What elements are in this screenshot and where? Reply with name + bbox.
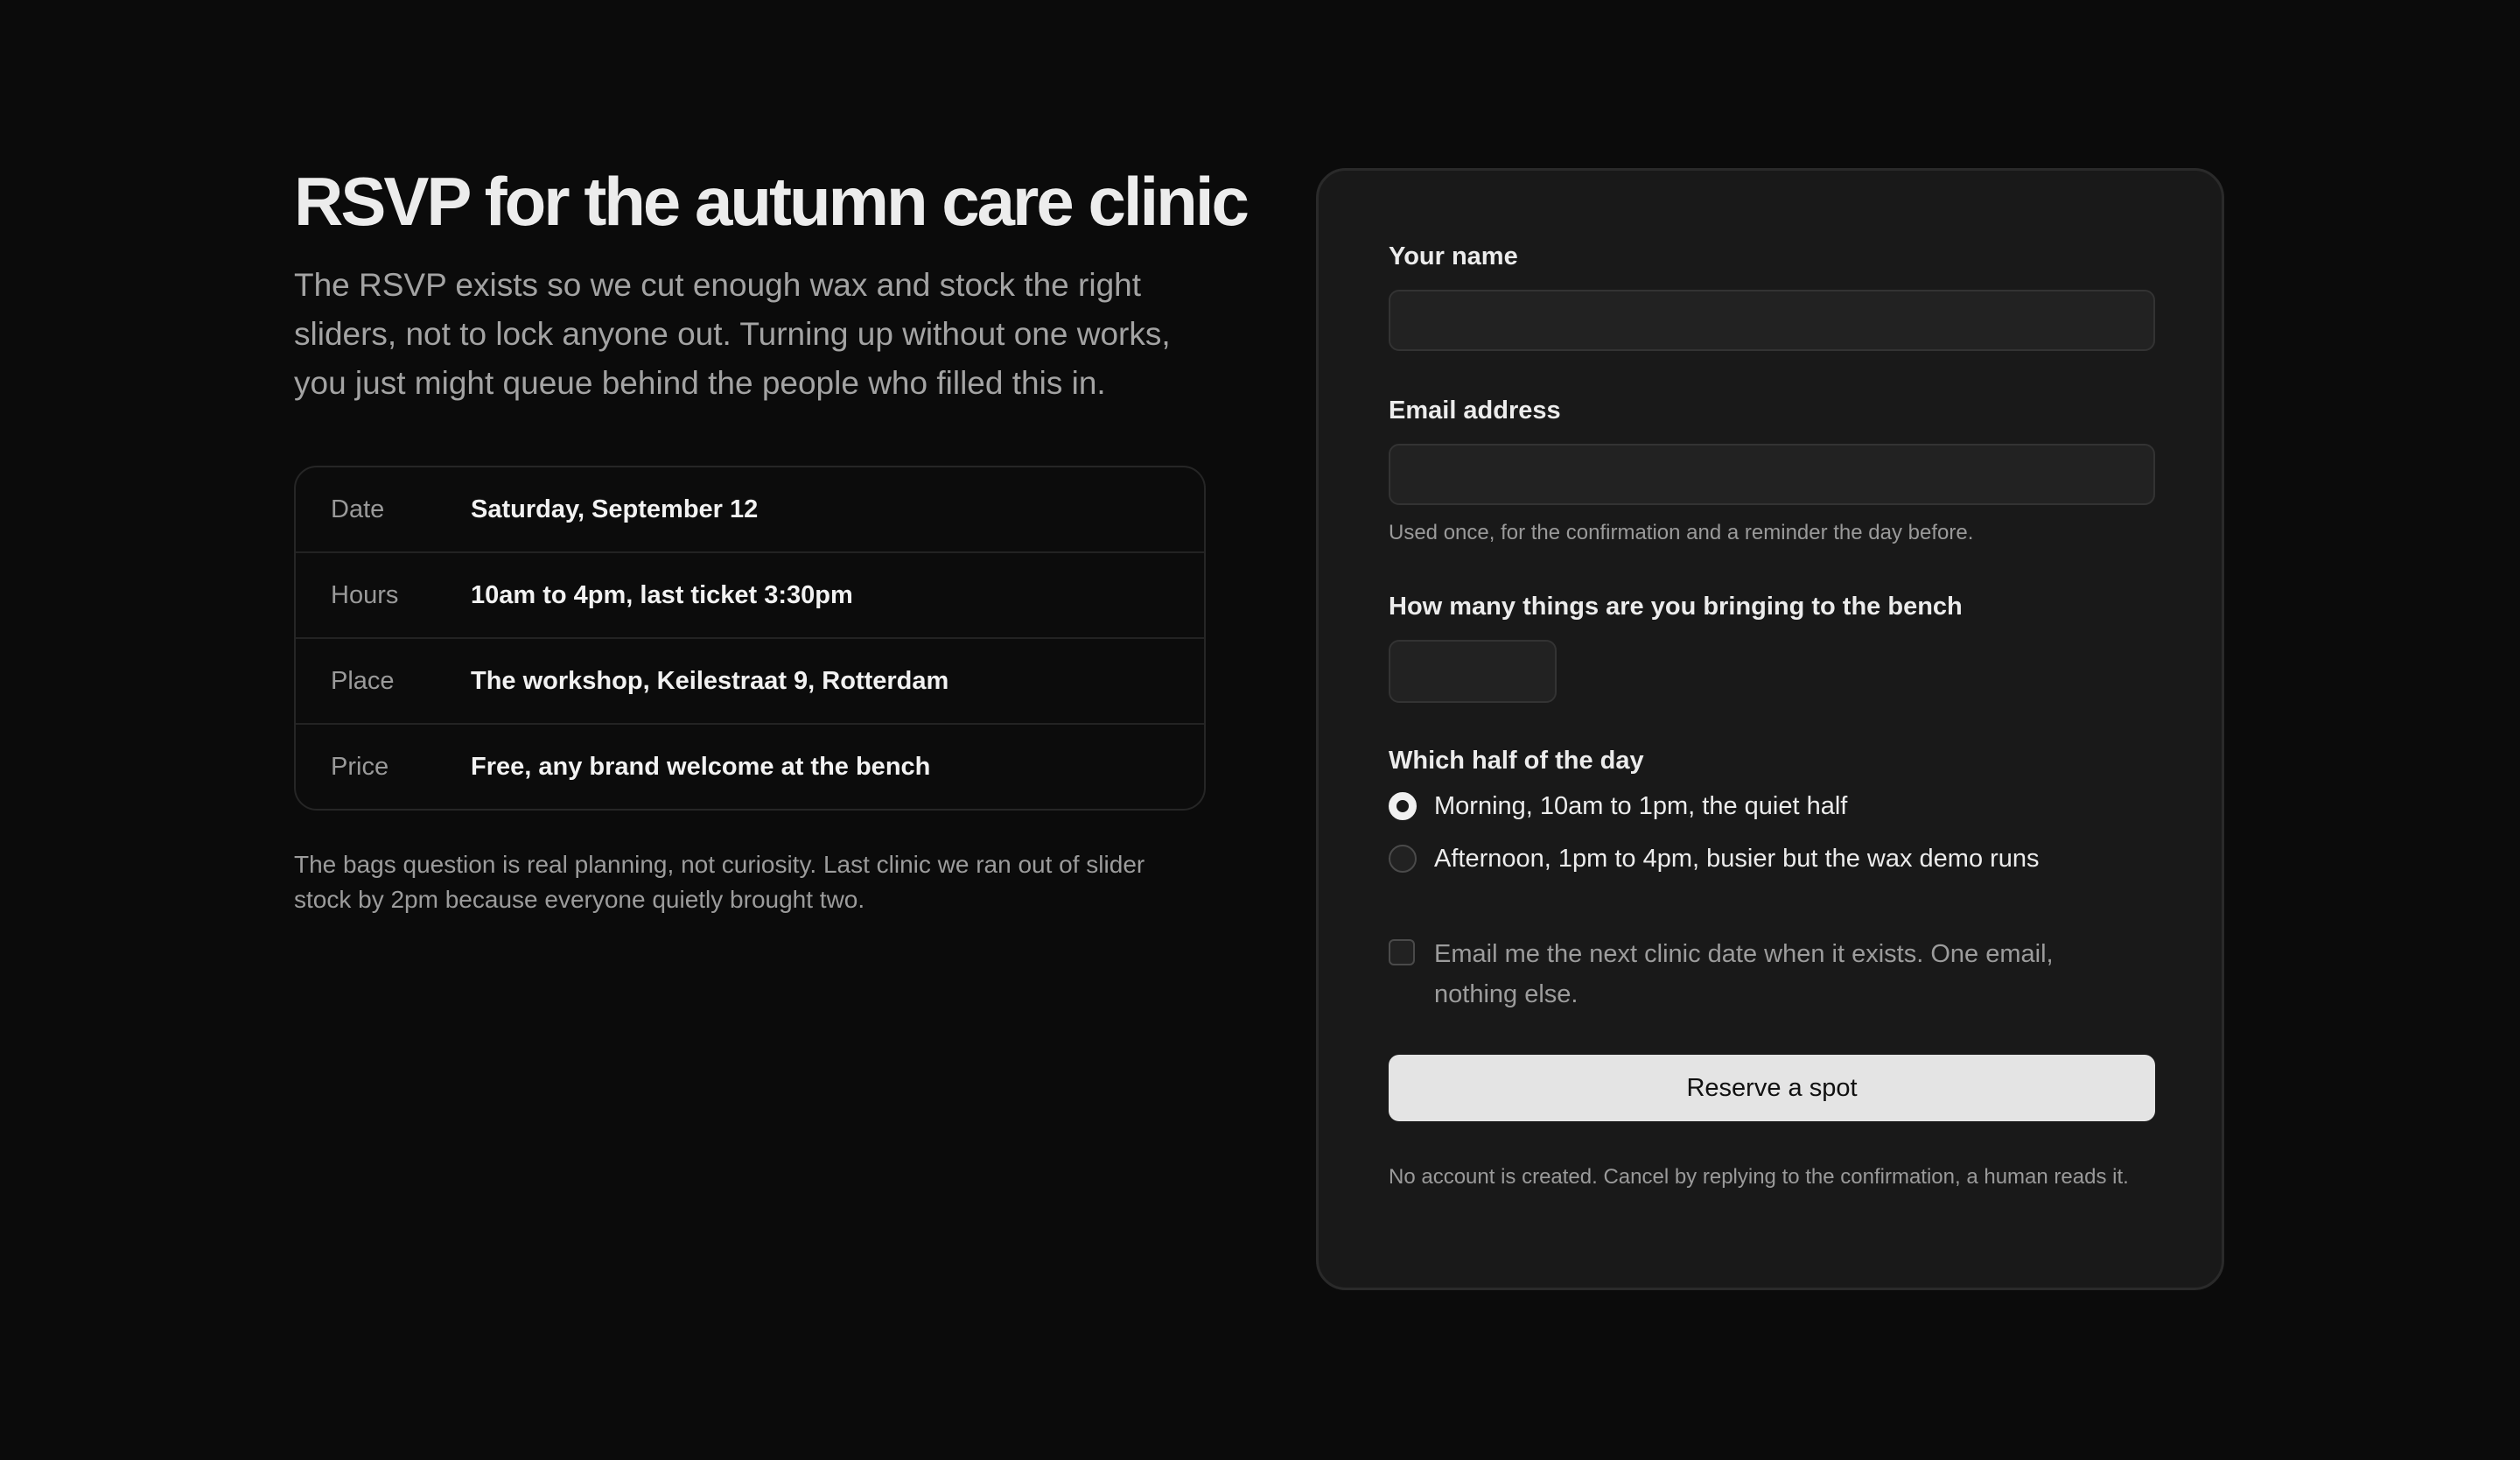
intro-lede: The RSVP exists so we cut enough wax and…: [294, 267, 1171, 401]
radio-option-afternoon[interactable]: Afternoon, 1pm to 4pm, busier but the wa…: [1389, 839, 2040, 878]
detail-label: Place: [331, 666, 395, 695]
email-hint: Used once, for the confirmation and a re…: [1389, 521, 1974, 544]
detail-row-price: Price Free, any brand welcome at the ben…: [296, 725, 1204, 809]
detail-row-date: Date Saturday, September 12: [296, 467, 1204, 553]
planning-note: The bags question is real planning, not …: [294, 851, 1145, 913]
detail-row-hours: Hours 10am to 4pm, last ticket 3:30pm: [296, 553, 1204, 639]
name-input[interactable]: [1389, 290, 2155, 351]
reserve-spot-button[interactable]: Reserve a spot: [1389, 1055, 2155, 1121]
detail-row-place: Place The workshop, Keilestraat 9, Rotte…: [296, 639, 1204, 725]
item-count-input[interactable]: [1389, 640, 1557, 703]
radio-option-morning[interactable]: Morning, 10am to 1pm, the quiet half: [1389, 787, 1847, 825]
detail-value: Free, any brand welcome at the bench: [471, 752, 931, 781]
name-label: Your name: [1389, 242, 1518, 270]
detail-value: Saturday, September 12: [471, 495, 759, 523]
detail-label: Date: [331, 495, 385, 523]
rsvp-page: RSVP for the autumn care clinic The RSVP…: [0, 0, 2520, 1460]
event-details-table: Date Saturday, September 12 Hours 10am t…: [294, 466, 1206, 811]
intro-section: RSVP for the autumn care clinic The RSVP…: [294, 158, 1250, 917]
radio-label: Afternoon, 1pm to 4pm, busier but the wa…: [1434, 844, 2040, 873]
rsvp-form: Your name Email address Used once, for t…: [1316, 168, 2224, 1290]
fineprint: No account is created. Cancel by replyin…: [1389, 1165, 2129, 1189]
detail-value: The workshop, Keilestraat 9, Rotterdam: [471, 666, 949, 695]
notify-label: Email me the next clinic date when it ex…: [1434, 940, 2054, 1008]
item-count-label: How many things are you bringing to the …: [1389, 593, 1963, 621]
email-label: Email address: [1389, 397, 1561, 425]
notify-checkbox-row[interactable]: Email me the next clinic date when it ex…: [1389, 934, 2159, 1014]
radio-button[interactable]: [1389, 845, 1417, 873]
detail-label: Price: [331, 752, 389, 781]
radio-label: Morning, 10am to 1pm, the quiet half: [1434, 791, 1848, 820]
detail-label: Hours: [331, 580, 399, 609]
page-title: RSVP for the autumn care clinic: [294, 163, 1250, 240]
notify-checkbox[interactable]: [1389, 939, 1415, 965]
day-half-label: Which half of the day: [1389, 747, 1644, 775]
detail-value: 10am to 4pm, last ticket 3:30pm: [471, 580, 853, 609]
radio-button-selected[interactable]: [1389, 792, 1417, 820]
email-input[interactable]: [1389, 444, 2155, 505]
